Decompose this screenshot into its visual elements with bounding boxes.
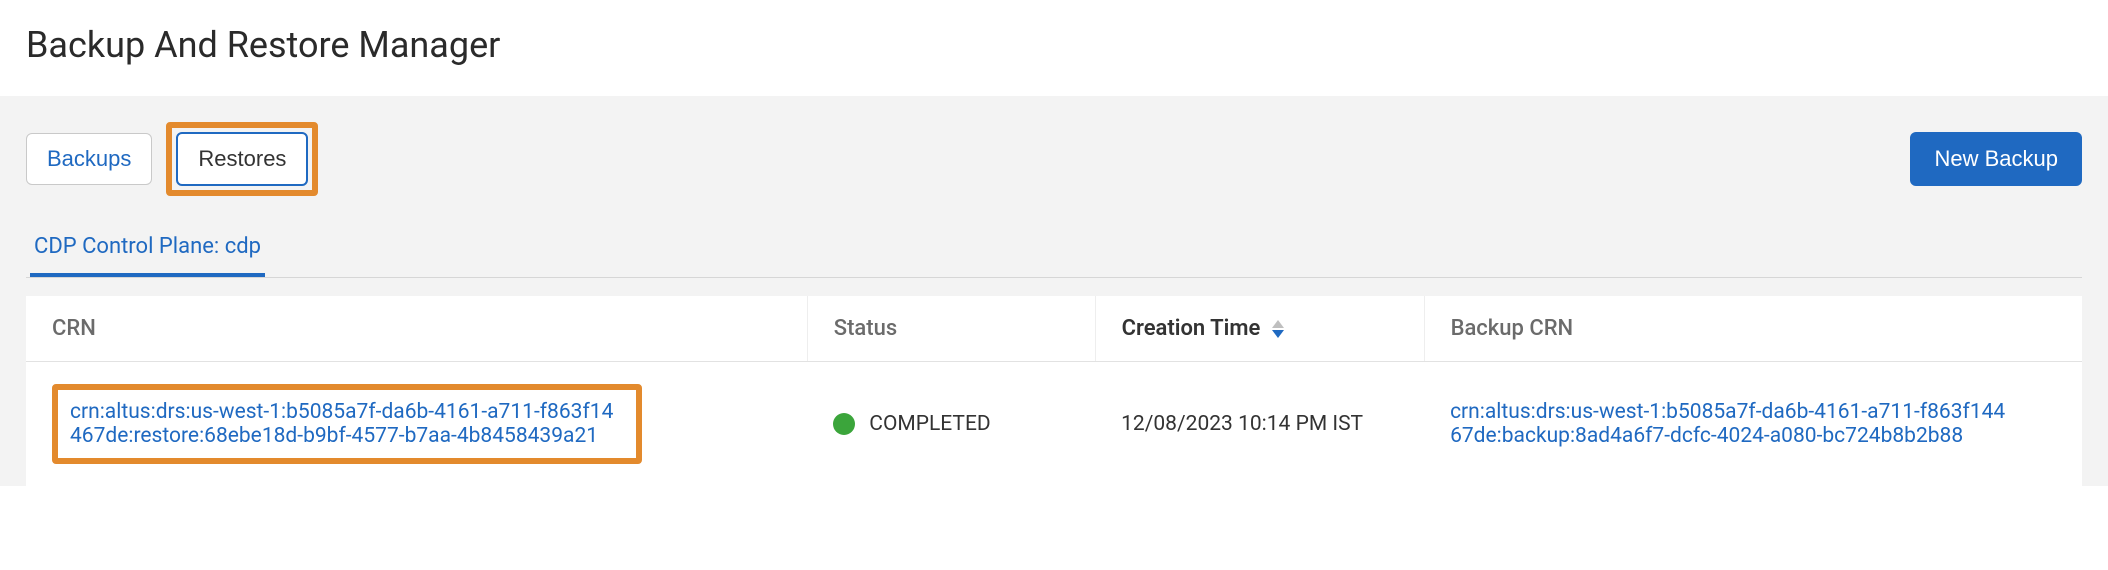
status-dot-icon bbox=[833, 413, 855, 435]
sub-tab-bar: CDP Control Plane: cdp bbox=[26, 224, 2082, 278]
col-creation-time[interactable]: Creation Time bbox=[1095, 296, 1424, 362]
backup-crn-link[interactable]: crn:altus:drs:us-west-1:b5085a7f-da6b-41… bbox=[1450, 400, 2010, 448]
restores-table: CRN Status Creation Time Backup CRN bbox=[26, 296, 2082, 486]
new-backup-button[interactable]: New Backup bbox=[1910, 132, 2082, 186]
tab-backups[interactable]: Backups bbox=[26, 133, 152, 185]
restores-table-wrap: CRN Status Creation Time Backup CRN bbox=[26, 296, 2082, 486]
table-row: crn:altus:drs:us-west-1:b5085a7f-da6b-41… bbox=[26, 362, 2082, 487]
main-content: Backups Restores New Backup CDP Control … bbox=[0, 96, 2108, 486]
cell-creation-time: 12/08/2023 10:14 PM IST bbox=[1095, 362, 1424, 487]
tab-restores[interactable]: Restores bbox=[176, 132, 308, 186]
sort-icon bbox=[1272, 320, 1284, 338]
cell-status: COMPLETED bbox=[807, 362, 1095, 487]
col-creation-time-label: Creation Time bbox=[1122, 316, 1261, 341]
toolbar: Backups Restores New Backup bbox=[26, 122, 2082, 196]
col-status[interactable]: Status bbox=[807, 296, 1095, 362]
sub-tab-control-plane[interactable]: CDP Control Plane: cdp bbox=[30, 224, 265, 277]
page-header: Backup And Restore Manager bbox=[0, 0, 2108, 96]
table-header-row: CRN Status Creation Time Backup CRN bbox=[26, 296, 2082, 362]
sort-ascending-icon bbox=[1272, 320, 1284, 328]
crn-highlight: crn:altus:drs:us-west-1:b5085a7f-da6b-41… bbox=[52, 384, 642, 464]
sort-descending-icon bbox=[1272, 330, 1284, 338]
cell-backup-crn: crn:altus:drs:us-west-1:b5085a7f-da6b-41… bbox=[1424, 362, 2082, 487]
col-crn[interactable]: CRN bbox=[26, 296, 807, 362]
page-title: Backup And Restore Manager bbox=[26, 24, 2082, 66]
status-text: COMPLETED bbox=[869, 412, 990, 436]
restores-tab-highlight: Restores bbox=[166, 122, 318, 196]
col-backup-crn[interactable]: Backup CRN bbox=[1424, 296, 2082, 362]
cell-crn: crn:altus:drs:us-west-1:b5085a7f-da6b-41… bbox=[26, 362, 807, 487]
view-tabs: Backups Restores bbox=[26, 122, 318, 196]
crn-link[interactable]: crn:altus:drs:us-west-1:b5085a7f-da6b-41… bbox=[70, 400, 613, 448]
